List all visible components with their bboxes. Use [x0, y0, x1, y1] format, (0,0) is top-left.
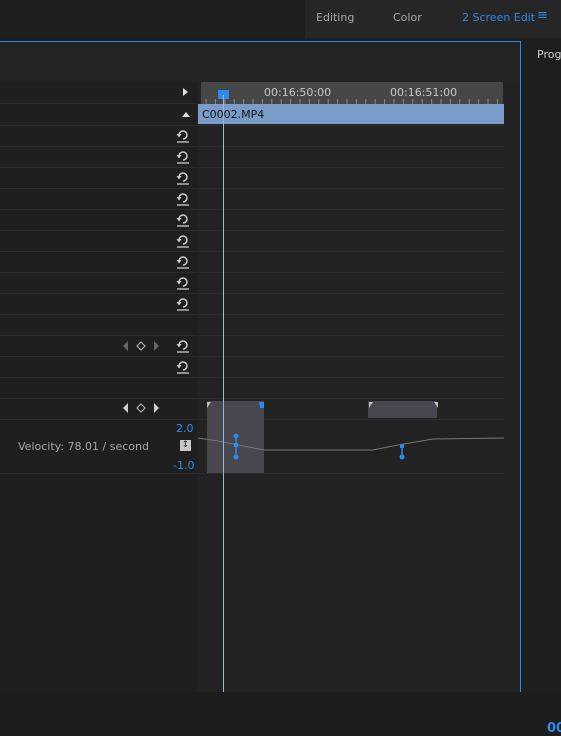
row-divider	[198, 146, 504, 147]
effect-timeline-area	[198, 82, 520, 692]
row-divider	[0, 473, 197, 474]
row-divider	[0, 251, 197, 252]
velocity-max: 2.0	[176, 422, 194, 435]
reset-icon[interactable]	[176, 297, 190, 311]
reset-icon[interactable]	[176, 234, 190, 248]
row-divider	[198, 209, 504, 210]
graph-scale-toggle-icon[interactable]: ↕	[180, 440, 191, 451]
row-divider	[0, 230, 197, 231]
row-divider	[0, 335, 197, 336]
velocity-keyframe	[400, 444, 404, 448]
program-panel-title[interactable]: Progr	[537, 48, 561, 61]
velocity-min: -1.0	[173, 459, 195, 472]
keyframe-navigator[interactable]	[121, 403, 161, 413]
row-divider	[0, 209, 197, 210]
add-keyframe-icon	[136, 341, 146, 351]
keyframe-marker[interactable]	[369, 402, 373, 408]
workspace-color[interactable]: Color	[393, 11, 422, 24]
row-divider	[198, 188, 504, 189]
row-divider	[0, 167, 197, 168]
row-divider	[0, 419, 197, 420]
velocity-curve	[198, 437, 505, 451]
program-monitor-panel: Progr 00	[523, 41, 561, 736]
workspace-2-screen-edit[interactable]: 2 Screen Edit	[462, 11, 535, 24]
velocity-keyframe	[234, 443, 238, 447]
clip-bar[interactable]: C0002.MP4	[198, 104, 504, 124]
row-divider	[0, 398, 197, 399]
row-divider	[0, 293, 197, 294]
collapse-triangle-icon[interactable]	[182, 112, 190, 117]
reset-icon[interactable]	[176, 255, 190, 269]
effect-properties-list	[0, 82, 197, 692]
row-divider	[198, 356, 504, 357]
next-keyframe-icon	[154, 403, 159, 413]
keyframe-marker[interactable]	[434, 402, 438, 408]
bezier-handle-point	[233, 454, 239, 460]
row-divider	[198, 314, 504, 315]
keyframe-marker-selected[interactable]	[259, 402, 264, 408]
velocity-graph	[198, 402, 505, 460]
row-divider	[0, 272, 197, 273]
reset-icon[interactable]	[176, 171, 190, 185]
expand-triangle-icon[interactable]	[183, 88, 188, 96]
reset-icon[interactable]	[176, 276, 190, 290]
reset-icon[interactable]	[176, 339, 190, 353]
time-ruler[interactable]: 00:16:50:00 00:16:51:00	[201, 82, 503, 104]
row-divider	[198, 272, 504, 273]
row-divider	[0, 356, 197, 357]
row-divider	[0, 103, 197, 104]
row-divider	[198, 230, 504, 231]
previous-keyframe-icon	[123, 403, 128, 413]
row-divider	[0, 146, 197, 147]
row-divider	[198, 251, 504, 252]
previous-keyframe-icon	[123, 341, 128, 351]
playhead-line[interactable]	[223, 95, 224, 692]
hamburger-icon[interactable]: ≡	[537, 8, 548, 23]
bezier-handle-point	[399, 454, 405, 460]
reset-icon[interactable]	[176, 192, 190, 206]
row-divider	[0, 125, 197, 126]
velocity-label: Velocity: 78.01 / second	[18, 440, 149, 453]
reset-icon[interactable]	[176, 129, 190, 143]
row-divider	[198, 293, 504, 294]
row-divider	[0, 314, 197, 315]
row-divider	[198, 335, 504, 336]
reset-icon[interactable]	[176, 150, 190, 164]
row-divider	[198, 125, 504, 126]
row-divider	[198, 377, 504, 378]
keyframe-navigator[interactable]	[121, 341, 161, 351]
row-divider	[0, 188, 197, 189]
workspace-bar: Editing Color 2 Screen Edit ≡	[305, 0, 561, 38]
workspace-editing[interactable]: Editing	[316, 11, 354, 24]
keyframe-marker[interactable]	[207, 402, 211, 408]
row-divider	[0, 377, 197, 378]
add-keyframe-icon	[136, 403, 146, 413]
reset-icon[interactable]	[176, 213, 190, 227]
bezier-handle-point	[233, 433, 239, 439]
row-divider	[198, 167, 504, 168]
program-timecode-fragment: 00	[547, 721, 561, 736]
next-keyframe-icon	[154, 341, 159, 351]
reset-icon[interactable]	[176, 360, 190, 374]
